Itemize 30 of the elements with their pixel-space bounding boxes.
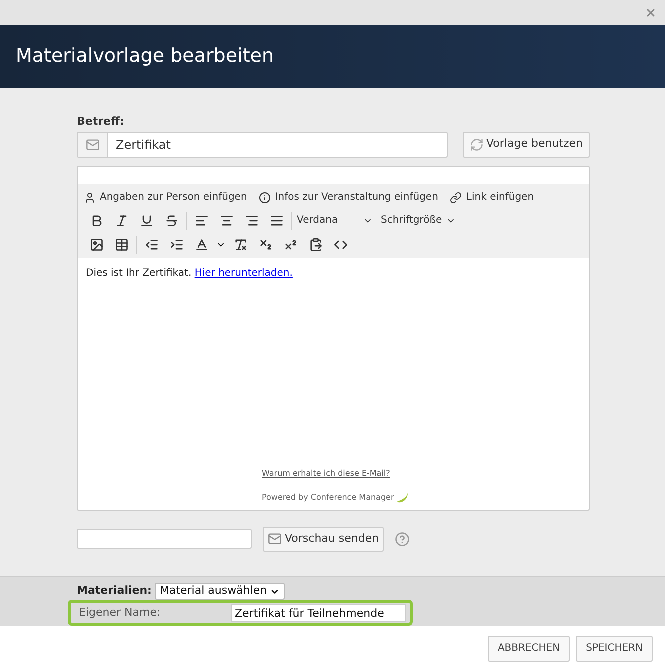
powered-by-text: Powered by Conference Manager xyxy=(262,492,394,504)
insert-button[interactable]: Angaben zur Person einfügen xyxy=(84,190,248,205)
dialog-button[interactable]: SPEICHERN xyxy=(576,636,653,662)
refresh-icon xyxy=(470,138,484,152)
link-icon xyxy=(450,192,462,204)
subject-input[interactable]: Zertifikat xyxy=(108,132,446,156)
mail-icon xyxy=(86,138,100,152)
custom-name-field[interactable]: Zertifikat für Teilnehmende xyxy=(231,604,406,622)
why-email-link[interactable]: Warum erhalte ich diese E-Mail? xyxy=(262,468,581,480)
body-text: Dies ist Ihr Zertifikat. Hier herunterladen. xyxy=(86,266,294,280)
custom-name-label: Eigener Name: xyxy=(79,604,162,621)
insert-button[interactable]: Infos zur Veranstaltung einfügen xyxy=(259,190,438,205)
info-icon xyxy=(259,192,272,204)
download-link[interactable]: Hier herunterladen. xyxy=(194,268,293,278)
insert-button[interactable]: Link einfügen xyxy=(450,190,534,205)
send-preview-button[interactable]: Vorschau senden xyxy=(263,526,384,552)
subject-label: Betreff: xyxy=(77,114,126,130)
preview-email-field[interactable] xyxy=(77,529,252,549)
person-icon xyxy=(84,192,96,204)
mail-icon xyxy=(268,532,282,546)
close-icon[interactable] xyxy=(645,6,657,18)
subject-field[interactable]: Zertifikat xyxy=(77,132,448,158)
materials-label: Materialien: xyxy=(77,583,152,600)
font-size-dropdown[interactable]: Schriftgröße xyxy=(378,213,460,228)
window-title: Materialvorlage bearbeiten xyxy=(16,44,274,70)
dialog-button[interactable]: ABBRECHEN xyxy=(488,636,570,662)
material-select[interactable]: Material auswählen xyxy=(154,583,286,600)
leaf-logo-icon xyxy=(396,492,410,504)
template-button[interactable]: Vorlage benutzen xyxy=(462,132,590,158)
font-dropdown[interactable]: Verdana xyxy=(294,213,376,228)
